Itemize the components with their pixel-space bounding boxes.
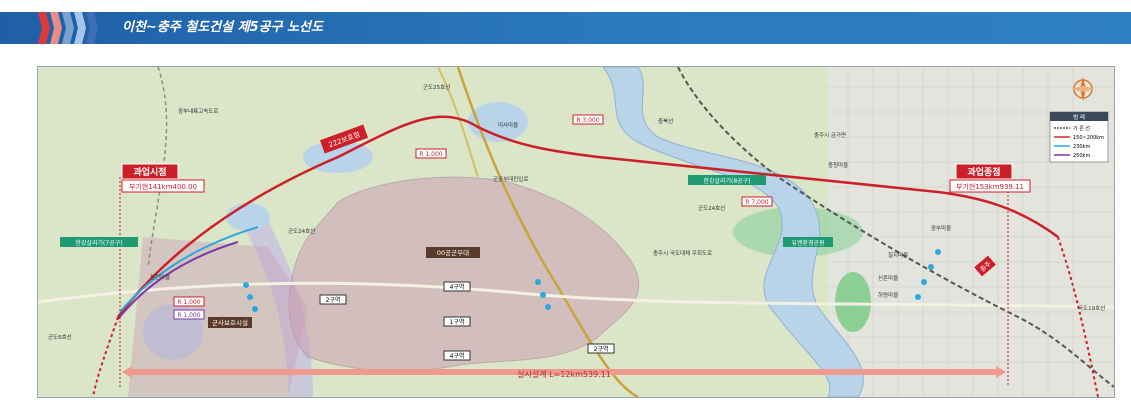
place-label: 칠지마을 xyxy=(888,251,908,259)
place-label: 군공부대진입로 xyxy=(493,175,528,183)
place-label: 중부마을 xyxy=(931,224,951,232)
place-label: 군도25호선 xyxy=(423,83,450,91)
district-label: 2구역 xyxy=(319,294,347,305)
svg-text:2구역: 2구역 xyxy=(326,296,341,304)
svg-text:유엔환경공원: 유엔환경공원 xyxy=(791,239,824,247)
svg-text:R 1,000: R 1,000 xyxy=(419,151,442,158)
bridge-label: 유엔환경공원 xyxy=(783,237,833,247)
svg-text:한강살리기(8공구): 한강살리기(8공구) xyxy=(703,177,750,185)
page-title: 이천~충주 철도건설 제5공구 노선도 xyxy=(122,20,323,35)
start-label: 과업시점 xyxy=(133,166,166,178)
bridge-label: 한강살리기(8공구) xyxy=(688,175,766,185)
place-label: 미사마을 xyxy=(498,121,518,129)
place-label: 충청마을 xyxy=(828,161,848,169)
svg-text:4구역: 4구역 xyxy=(450,283,465,291)
extent-label: 실시설계 L=12km539.11 xyxy=(517,369,611,379)
district-label: 2구역 xyxy=(587,343,615,354)
legend: 범 례 기 존 선 150~200km 230km 250km xyxy=(1049,111,1109,163)
place-label: 신흔마을 xyxy=(878,274,898,282)
place-label: 충주시 국도대체 우회도로 xyxy=(653,249,712,257)
place-label: 중부내륙고속도로 xyxy=(178,107,218,115)
radius-label: R 3,000 xyxy=(572,114,604,125)
legend-item: 250km xyxy=(1073,153,1090,159)
svg-text:R 1,000: R 1,000 xyxy=(177,312,200,319)
end-station: 부기현153km939.11 xyxy=(956,182,1024,191)
place-label: 국도19호선 xyxy=(1078,304,1105,312)
banner-stripes-icon xyxy=(38,12,98,44)
place-label: 하령마을 xyxy=(878,291,898,299)
svg-text:군사보호시설: 군사보호시설 xyxy=(212,318,248,327)
district-label: 4구역 xyxy=(443,281,471,292)
legend-item: 기 존 선 xyxy=(1073,125,1090,132)
svg-text:R 7,000: R 7,000 xyxy=(745,199,768,206)
military-area-label: 00공군부대 xyxy=(426,247,480,258)
svg-text:2구역: 2구역 xyxy=(594,345,609,353)
place-label: 군도6호선 xyxy=(48,333,72,341)
legend-item: 230km xyxy=(1073,144,1090,150)
radius-label: R 1,000 xyxy=(415,148,447,159)
end-label: 과업종점 xyxy=(967,166,1000,178)
place-label: 충북선 xyxy=(658,117,673,125)
radius-label: R 1,000 xyxy=(173,296,205,307)
radius-label: R 7,000 xyxy=(741,196,773,207)
district-label: 1구역 xyxy=(443,316,471,327)
route-map[interactable]: 과업시점 부기현141km400.00 과업종점 부기현153km939.11 … xyxy=(37,66,1115,398)
legend-item: 150~200km xyxy=(1073,135,1104,141)
start-station: 부기현141km400.00 xyxy=(129,182,197,191)
svg-text:R 1,000: R 1,000 xyxy=(177,299,200,306)
bridge-label: 한강살리기(7공구) xyxy=(60,237,138,247)
map-canvas: 과업시점 부기현141km400.00 과업종점 부기현153km939.11 … xyxy=(38,67,1114,397)
place-label: 군도24호선 xyxy=(288,227,315,235)
place-label: 충주시 금가면 xyxy=(814,131,846,139)
place-label: 군도24호선 xyxy=(698,204,725,212)
svg-text:R 3,000: R 3,000 xyxy=(576,117,599,124)
legend-title: 범 례 xyxy=(1073,113,1085,121)
military-facility-label: 군사보호시설 xyxy=(208,317,252,328)
district-label: 4구역 xyxy=(443,350,471,361)
title-banner: 이천~충주 철도건설 제5공구 노선도 xyxy=(0,12,1131,44)
place-label: 정천마을 xyxy=(150,273,170,281)
svg-text:1구역: 1구역 xyxy=(450,318,465,326)
radius-label: R 1,000 xyxy=(173,309,205,320)
svg-text:00공군부대: 00공군부대 xyxy=(437,249,469,257)
svg-text:한강살리기(7공구): 한강살리기(7공구) xyxy=(75,239,122,247)
svg-text:4구역: 4구역 xyxy=(450,352,465,360)
